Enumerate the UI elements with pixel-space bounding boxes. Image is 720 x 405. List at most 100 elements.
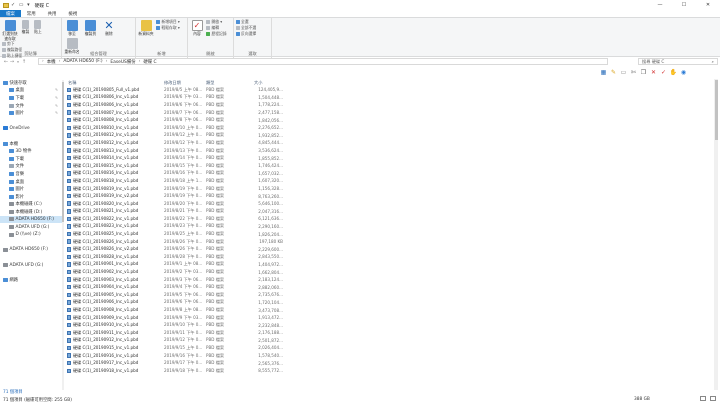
move-to-button[interactable]: 移至: [64, 19, 80, 37]
properties-button[interactable]: ✓ 內容: [190, 19, 204, 37]
minimize-button[interactable]: —: [648, 0, 672, 10]
nav-item[interactable]: 文件: [0, 163, 62, 171]
breadcrumb-easeus-folder[interactable]: EaseUS備份: [110, 59, 135, 65]
file-row[interactable]: 硬碟 C(1)_20190916_Inc_v1.pbd 2019/9/16 下午 …: [64, 352, 714, 360]
file-row[interactable]: 硬碟 C(1)_20190812_Inc_v1.pbd 2019/8/12 下午 …: [64, 139, 714, 147]
view-details-icon[interactable]: ▦: [600, 69, 607, 76]
file-name-cell[interactable]: 硬碟 C(1)_20190815_Inc_v1.pbd: [64, 163, 164, 169]
column-name[interactable]: 名稱: [64, 80, 164, 86]
file-name-cell[interactable]: 硬碟 C(1)_20190806_Inc_v1.pbd: [64, 102, 164, 108]
file-row[interactable]: 硬碟 C(1)_20190816_Inc_v1.pbd 2019/8/16 下午 …: [64, 170, 714, 178]
file-row[interactable]: 硬碟 C(1)_20190821_Inc_v1.pbd 2019/8/21 下午 …: [64, 208, 714, 216]
file-name-cell[interactable]: 硬碟 C(1)_20190814_Inc_v1.pbd: [64, 155, 164, 161]
tiles-view-icon[interactable]: [710, 396, 716, 401]
file-name-cell[interactable]: 硬碟 C(1)_20190908_Inc_v1.pbd: [64, 307, 164, 313]
file-name-cell[interactable]: 硬碟 C(1)_20190813_Inc_v1.pbd: [64, 148, 164, 154]
pin-quick-access-button[interactable]: 釘選到快速存取: [2, 19, 18, 41]
delete-icon[interactable]: ✕: [650, 69, 657, 76]
file-name-cell[interactable]: 硬碟 C(1)_20190912_Inc_v1.pbd: [64, 337, 164, 343]
file-row[interactable]: 硬碟 C(1)_20190813_Inc_v1.pbd 2019/8/13 下午 …: [64, 147, 714, 155]
copy-to-button[interactable]: 複製到: [82, 19, 98, 37]
file-name-cell[interactable]: 硬碟 C(1)_20190812_Inc_v1.pbd: [64, 132, 164, 138]
file-row[interactable]: 硬碟 C(1)_20190903_Inc_v1.pbd 2019/9/3 下午 0…: [64, 276, 714, 284]
column-type[interactable]: 類型: [206, 80, 254, 86]
nav-item[interactable]: 3D 物件: [0, 147, 62, 155]
file-name-cell[interactable]: 硬碟 C(1)_20190902_Inc_v1.pbd: [64, 269, 164, 275]
file-name-cell[interactable]: 硬碟 C(1)_20190905_Inc_v1.pbd: [64, 292, 164, 298]
file-name-cell[interactable]: 硬碟 C(1)_20190819_Inc_v1.pbd: [64, 186, 164, 192]
file-name-cell[interactable]: 硬碟 C(1)_20190826_Inc_v2.pbd: [64, 246, 164, 252]
file-name-cell[interactable]: 硬碟 C(1)_20190906_Inc_v1.pbd: [64, 299, 164, 305]
file-row[interactable]: 硬碟 C(1)_20190806_Inc_v1.pbd 2019/8/6 下午 0…: [64, 94, 714, 102]
tab-share[interactable]: 共用: [42, 10, 63, 17]
search-input[interactable]: 搜尋 硬碟 C ⌕: [638, 58, 718, 65]
file-name-cell[interactable]: 硬碟 C(1)_20190818_Inc_v1.pbd: [64, 178, 164, 184]
file-name-cell[interactable]: 硬碟 C(1)_20190805_Full_v1.pbd: [64, 87, 164, 93]
file-name-cell[interactable]: 硬碟 C(1)_20190826_Inc_v1.pbd: [64, 239, 164, 245]
nav-item[interactable]: 影片: [0, 193, 62, 201]
file-name-cell[interactable]: 硬碟 C(1)_20190808_Inc_v1.pbd: [64, 117, 164, 123]
file-row[interactable]: 硬碟 C(1)_20190812_Inc_v1.pbd 2019/8/12 上午 …: [64, 132, 714, 140]
breadcrumb-drive[interactable]: ADATA HD650 (F:): [63, 59, 102, 64]
nav-item[interactable]: 本機磁碟 (C:): [0, 201, 62, 209]
check-icon[interactable]: ✓: [660, 69, 667, 76]
file-row[interactable]: 硬碟 C(1)_20190815_Inc_v1.pbd 2019/8/15 下午 …: [64, 162, 714, 170]
file-name-cell[interactable]: 硬碟 C(1)_20190904_Inc_v1.pbd: [64, 284, 164, 290]
file-row[interactable]: 硬碟 C(1)_20190917_Inc_v1.pbd 2019/9/17 下午 …: [64, 359, 714, 367]
nav-item[interactable]: 文件 ✎: [0, 102, 62, 110]
column-date[interactable]: 修改日期: [164, 80, 206, 86]
quick-access-toolbar[interactable]: ✓ ▭ ▾: [11, 2, 31, 8]
file-name-cell[interactable]: 硬碟 C(1)_20190825_Inc_v1.pbd: [64, 231, 164, 237]
file-row[interactable]: 硬碟 C(1)_20190918_Inc_v1.pbd 2019/9/18 下午 …: [64, 367, 714, 375]
file-name-cell[interactable]: 硬碟 C(1)_20190810_Inc_v1.pbd: [64, 125, 164, 131]
file-row[interactable]: 硬碟 C(1)_20190901_Inc_v1.pbd 2019/9/1 上午 0…: [64, 261, 714, 269]
file-row[interactable]: 硬碟 C(1)_20190810_Inc_v1.pbd 2019/8/10 上午 …: [64, 124, 714, 132]
file-row[interactable]: 硬碟 C(1)_20190806_Inc_v1.pbd 2019/8/6 下午 0…: [64, 101, 714, 109]
file-row[interactable]: 硬碟 C(1)_20190906_Inc_v1.pbd 2019/9/6 下午 0…: [64, 299, 714, 307]
nav-item[interactable]: ADATA HD650 (F:): [0, 246, 62, 254]
file-name-cell[interactable]: 硬碟 C(1)_20190806_Inc_v1.pbd: [64, 94, 164, 100]
nav-item[interactable]: 桌面: [0, 178, 62, 186]
file-name-cell[interactable]: 硬碟 C(1)_20190821_Inc_v1.pbd: [64, 208, 164, 214]
easy-access-button[interactable]: 輕鬆存取 ▾: [156, 25, 180, 31]
file-name-cell[interactable]: 硬碟 C(1)_20190812_Inc_v1.pbd: [64, 140, 164, 146]
file-scroll-thumb[interactable]: [714, 80, 718, 140]
history-button[interactable]: 歷程記錄: [206, 31, 227, 37]
tab-home[interactable]: 常用: [21, 10, 42, 17]
delete-button[interactable]: ✕ 刪除: [101, 19, 117, 37]
file-row[interactable]: 硬碟 C(1)_20190822_Inc_v1.pbd 2019/8/22 下午 …: [64, 215, 714, 223]
file-list-scrollbar[interactable]: [714, 79, 718, 390]
maximize-button[interactable]: ☐: [672, 0, 696, 10]
file-row[interactable]: 硬碟 C(1)_20190909_Inc_v1.pbd 2019/9/9 下午 0…: [64, 314, 714, 322]
file-name-cell[interactable]: 硬碟 C(1)_20190911_Inc_v1.pbd: [64, 330, 164, 336]
nav-item[interactable]: 網路: [0, 276, 62, 284]
file-row[interactable]: 硬碟 C(1)_20190910_Inc_v1.pbd 2019/9/10 下午 …: [64, 321, 714, 329]
nav-item[interactable]: ADATA UFD (G:): [0, 261, 62, 269]
close-button[interactable]: ✕: [696, 0, 720, 10]
up-button[interactable]: ↑: [21, 59, 27, 65]
file-row[interactable]: 硬碟 C(1)_20190915_Inc_v1.pbd 2019/9/15 上午 …: [64, 344, 714, 352]
nav-item[interactable]: OneDrive: [0, 125, 62, 133]
nav-item[interactable]: 快速存取: [0, 79, 62, 87]
file-row[interactable]: 硬碟 C(1)_20190825_Inc_v1.pbd 2019/8/25 上午 …: [64, 230, 714, 238]
file-row[interactable]: 硬碟 C(1)_20190902_Inc_v1.pbd 2019/9/2 下午 0…: [64, 268, 714, 276]
file-name-cell[interactable]: 硬碟 C(1)_20190909_Inc_v1.pbd: [64, 315, 164, 321]
tab-file[interactable]: 檔案: [0, 10, 21, 17]
address-bar[interactable]: › 本機 › ADATA HD650 (F:) › EaseUS備份 › 硬碟 …: [38, 58, 608, 65]
file-name-cell[interactable]: 硬碟 C(1)_20190916_Inc_v1.pbd: [64, 353, 164, 359]
nav-item[interactable]: 下載 ✎: [0, 94, 62, 102]
nav-item[interactable]: 本機: [0, 140, 62, 148]
tab-view[interactable]: 檢視: [62, 10, 83, 17]
nav-item[interactable]: D (\\ve) (Z:): [0, 231, 62, 239]
file-row[interactable]: 硬碟 C(1)_20190818_Inc_v1.pbd 2019/8/18 上午 …: [64, 177, 714, 185]
nav-item[interactable]: 圖片 ✎: [0, 109, 62, 117]
breadcrumb-this-pc[interactable]: 本機: [47, 59, 56, 65]
file-name-cell[interactable]: 硬碟 C(1)_20190903_Inc_v1.pbd: [64, 277, 164, 283]
cut-icon[interactable]: ✄: [630, 69, 637, 76]
file-row[interactable]: 硬碟 C(1)_20190826_Inc_v2.pbd 2019/8/26 下午 …: [64, 245, 714, 253]
file-name-cell[interactable]: 硬碟 C(1)_20190819_Inc_v2.pbd: [64, 193, 164, 199]
file-row[interactable]: 硬碟 C(1)_20190807_Inc_v1.pbd 2019/8/7 下午 0…: [64, 109, 714, 117]
file-row[interactable]: 硬碟 C(1)_20190826_Inc_v1.pbd 2019/8/26 下午 …: [64, 238, 714, 246]
file-row[interactable]: 硬碟 C(1)_20190819_Inc_v1.pbd 2019/8/19 下午 …: [64, 185, 714, 193]
file-row[interactable]: 硬碟 C(1)_20190814_Inc_v1.pbd 2019/8/14 下午 …: [64, 154, 714, 162]
